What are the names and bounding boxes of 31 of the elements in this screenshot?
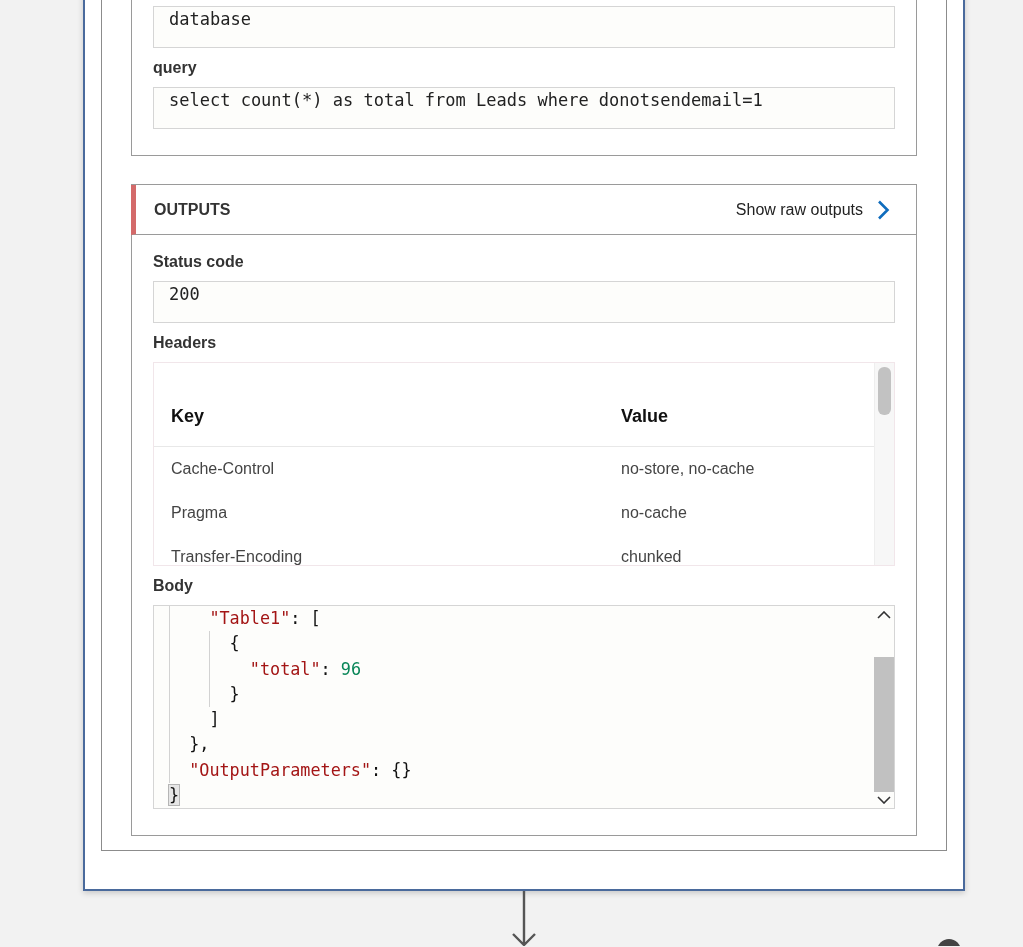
scrollbar-thumb[interactable]: [874, 657, 894, 792]
section-title: OUTPUTS: [154, 199, 231, 220]
column-header: Value: [620, 405, 669, 427]
field-label: query: [153, 58, 198, 78]
table-cell-text: Cache-Control: [170, 460, 276, 478]
value-field: select count(*) as total from Leads where donotsendemail=1: [153, 87, 895, 129]
code-line: {: [228, 632, 241, 656]
scrollbar-thumb[interactable]: [878, 367, 891, 415]
table-cell-text: Pragma: [170, 504, 229, 522]
chevron-down-icon[interactable]: [877, 796, 891, 804]
table-cell-text: no-cache: [620, 504, 687, 522]
table-cell-text: Transfer-Encoding: [170, 548, 304, 565]
code-line: ]: [208, 708, 221, 732]
value-field: database: [153, 6, 895, 48]
table-cell-text: no-store, no-cache: [620, 460, 755, 478]
connector-arrow: [511, 891, 537, 946]
code-line: "OutputParameters": {}: [188, 758, 413, 782]
show-raw-outputs-link[interactable]: Show raw outputs: [735, 199, 890, 220]
scrollbar[interactable]: [874, 363, 894, 565]
code-line: "Table1": [: [208, 607, 322, 630]
column-header: Key: [170, 405, 206, 427]
value-field: 200: [153, 281, 895, 323]
field-label: Headers: [153, 333, 218, 353]
chevron-up-icon[interactable]: [877, 611, 891, 619]
code-line: },: [188, 733, 211, 757]
field-label: Status code: [153, 252, 245, 272]
field-label: Body: [153, 576, 194, 596]
code-line: "total": 96: [248, 657, 362, 681]
chevron-right-icon: [877, 199, 890, 220]
code-line: }: [228, 682, 241, 706]
table-cell-text: chunked: [620, 548, 682, 565]
